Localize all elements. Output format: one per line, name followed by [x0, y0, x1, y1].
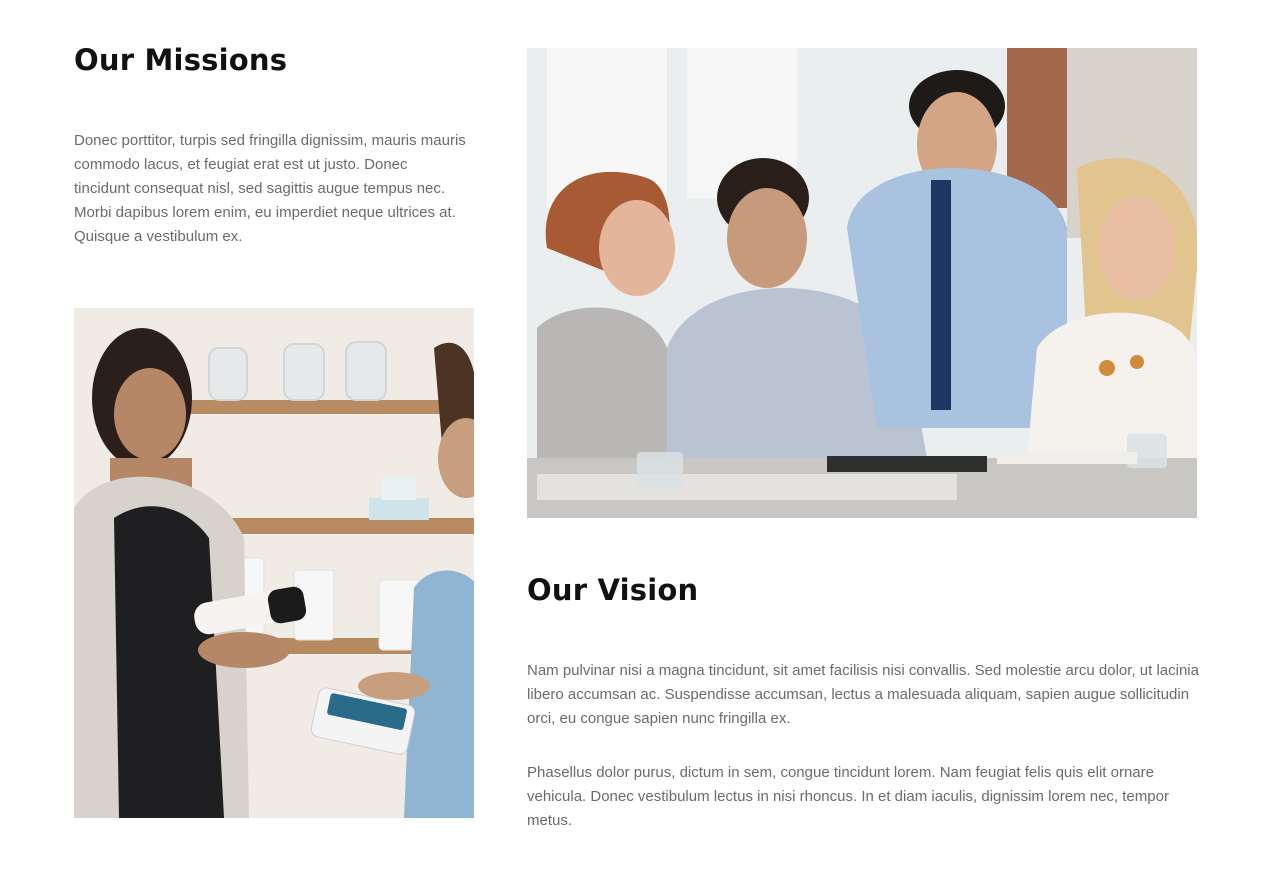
shop-payment-photo — [74, 308, 474, 818]
team-meeting-photo — [527, 48, 1197, 518]
vision-paragraph-2: Phasellus dolor purus, dictum in sem, co… — [527, 764, 1169, 829]
vision-title: Our Vision — [527, 573, 699, 607]
meeting-photo-illustration — [527, 48, 1197, 518]
page: Our Missions Donec porttitor, turpis sed… — [0, 0, 1278, 876]
vision-paragraph-1: Nam pulvinar nisi a magna tincidunt, sit… — [527, 662, 1199, 727]
shop-photo-illustration — [74, 308, 474, 818]
missions-title: Our Missions — [74, 43, 288, 77]
missions-text: Donec porttitor, turpis sed fringilla di… — [74, 132, 466, 245]
